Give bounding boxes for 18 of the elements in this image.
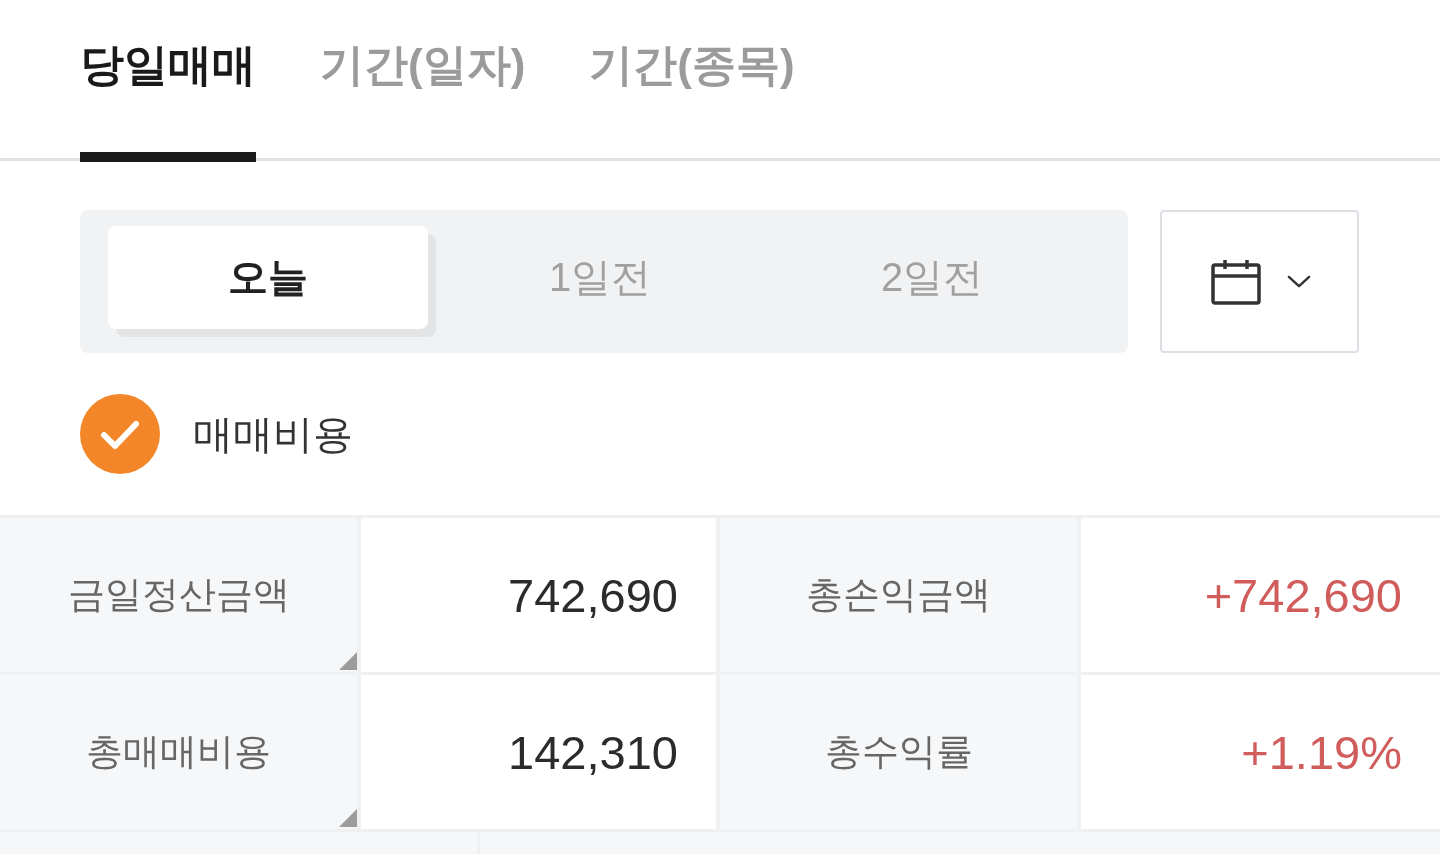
label-text: 총수익률 [824,730,973,774]
tab[interactable]: 당일매매 [80,0,256,162]
value-text: +1.19% [1241,724,1402,780]
label-text: 총매매비용 [86,730,271,774]
tab[interactable]: 기간(일자) [320,0,526,162]
checkbox-icon[interactable] [80,394,160,474]
value-text: +742,690 [1204,567,1402,623]
value-text: 742,690 [508,567,678,623]
label-text: 총손익금액 [806,573,991,617]
chevron-down-icon [1286,274,1311,289]
value-text: 142,310 [508,724,678,780]
checkbox-label[interactable]: 매매비용 [193,406,353,462]
calendar-icon [1210,258,1261,305]
label-text: 금일정산금액 [67,573,290,617]
date-picker-button[interactable] [1160,210,1359,353]
tab[interactable]: 기간(종목) [589,0,795,162]
day-option[interactable]: 2일전 [772,226,1092,329]
day-option[interactable]: 1일전 [440,226,760,329]
